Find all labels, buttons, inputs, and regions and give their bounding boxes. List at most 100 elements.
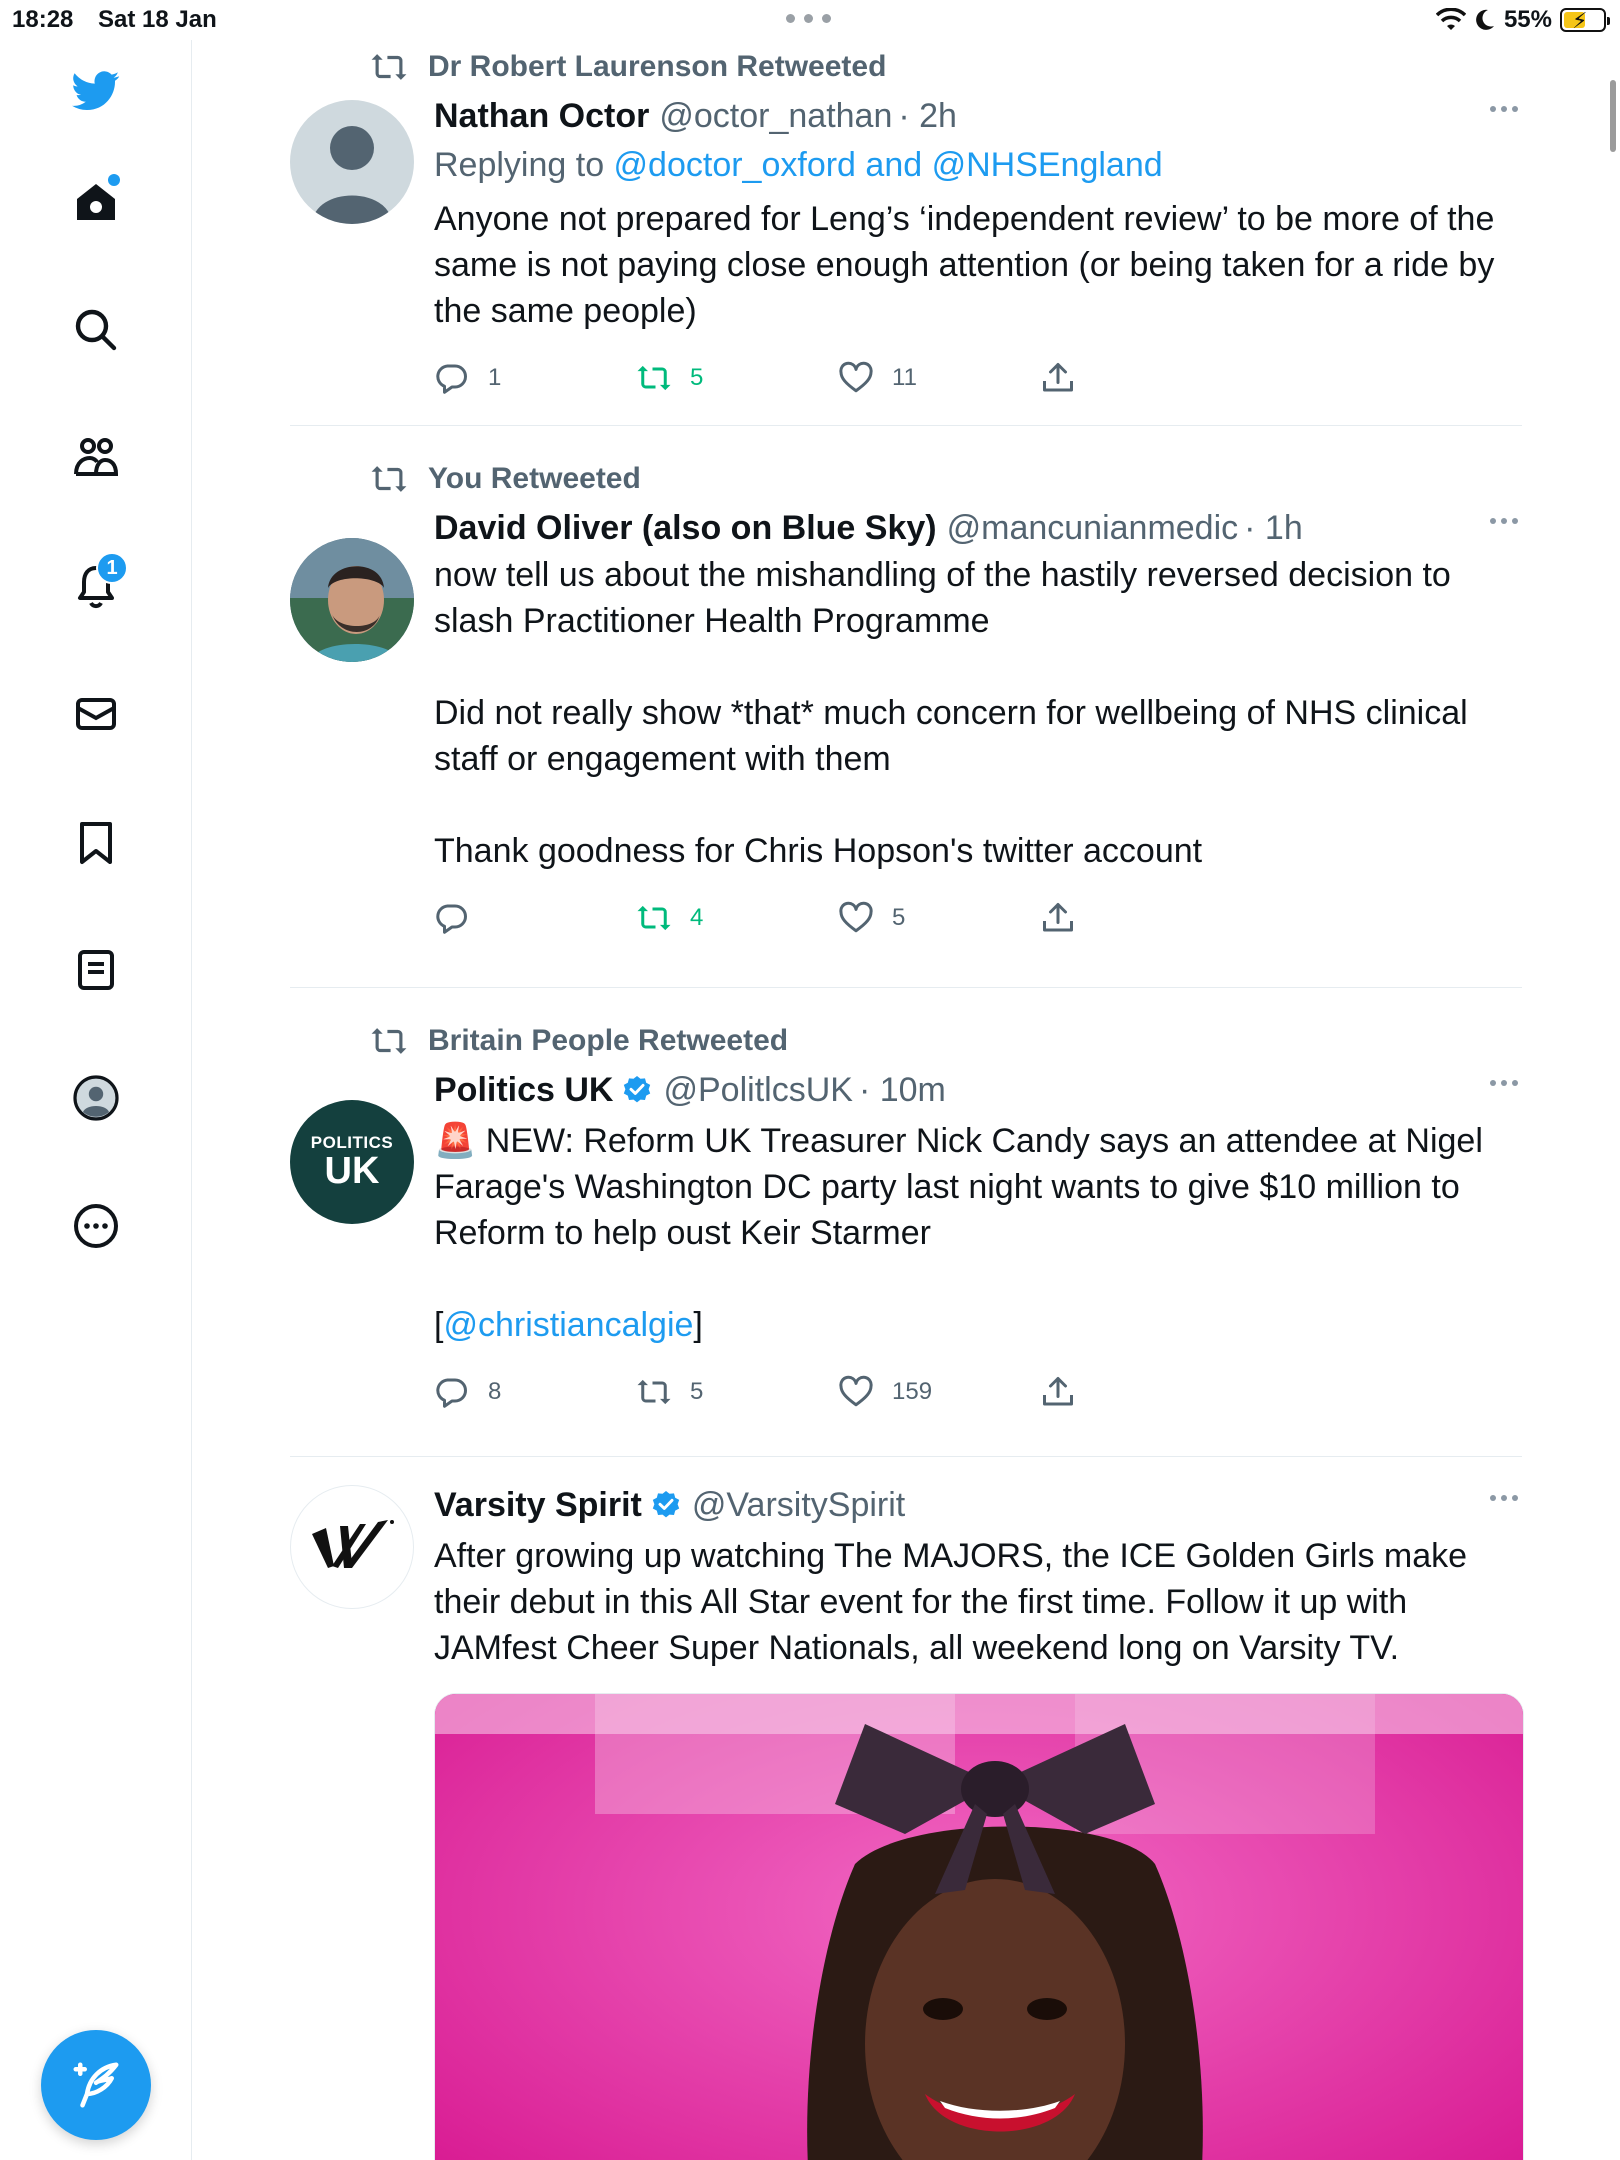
retweeted-by-text[interactable]: You Retweeted [428,462,641,496]
messages-icon[interactable] [68,686,124,742]
author-handle[interactable]: @VarsitySpirit [692,1481,905,1529]
tweet-paragraph: now tell us about the mishandling of the… [434,556,1451,640]
author-name[interactable]: Nathan Octor [434,92,649,140]
scrollbar[interactable] [1610,80,1616,152]
replying-to-link[interactable]: @doctor_oxford and @NHSEngland [614,146,1163,184]
retweeted-by-line: Dr Robert Laurenson Retweeted [290,42,1522,92]
battery-percent: 55% [1503,6,1552,33]
tweet[interactable]: Dr Robert Laurenson Retweeted Nathan Oct… [290,42,1522,426]
author-photo [290,538,414,662]
replying-to: Replying to @doctor_oxford and @NHSEngla… [434,140,1522,190]
tweet-paragraph [434,1256,1522,1302]
status-bar: 18:28 Sat 18 Jan 55% ⚡ [0,0,1620,40]
tweet-paragraph: Anyone not prepared for Leng’s ‘independ… [434,200,1495,330]
tweet-text: now tell us about the mishandling of the… [434,552,1522,874]
tweet[interactable]: You Retweeted David Oliver (also on Blue… [290,454,1522,988]
status-time: 18:28 [12,6,74,33]
author-handle[interactable]: @mancunianmedic [947,504,1239,552]
retweet-icon [637,1379,671,1405]
tweet-paragraph: Thank goodness for Chris Hopson's twitte… [434,832,1203,870]
retweeted-by-text[interactable]: Britain People Retweeted [428,1024,788,1058]
timeline-feed: Dr Robert Laurenson Retweeted Nathan Oct… [290,40,1524,2160]
retweet-icon [371,54,407,80]
notifications-badge: 1 [96,552,128,584]
home-new-dot [108,174,120,186]
avatar[interactable] [290,538,414,662]
retweet-icon [371,1028,407,1054]
author-handle[interactable]: @PolitlcsUK [663,1066,852,1114]
tweet-time[interactable]: · 2h [898,92,957,140]
retweeted-by-text[interactable]: Dr Robert Laurenson Retweeted [428,50,886,84]
retweet-count: 5 [690,1378,704,1405]
more-options-icon[interactable] [1490,106,1522,116]
author-name[interactable]: David Oliver (also on Blue Sky) [434,504,937,552]
varsity-logo-icon [312,1520,394,1568]
tweet-text: Anyone not prepared for Leng’s ‘independ… [434,196,1522,334]
retweet-icon [371,466,407,492]
author-handle[interactable]: @octor_nathan [659,92,892,140]
author-name[interactable]: Varsity Spirit [434,1481,642,1529]
share-button[interactable] [1040,1374,1242,1410]
share-icon [1043,363,1073,392]
home-icon[interactable] [68,174,124,230]
more-options-icon[interactable] [1490,1495,1522,1505]
compose-tweet-button[interactable] [41,2030,151,2140]
more-options-icon[interactable] [1490,1080,1522,1090]
lists-icon[interactable] [68,942,124,998]
profile-icon[interactable] [68,1070,124,1126]
tweet-actions: 4 5 [434,892,1522,944]
author-name[interactable]: Politics UK [434,1066,613,1114]
reply-button[interactable]: 1 [434,360,636,396]
bookmarks-icon[interactable] [68,814,124,870]
verified-badge-icon [652,1491,680,1518]
like-count: 5 [892,904,906,931]
tweet-text: 🚨 NEW: Reform UK Treasurer Nick Candy sa… [434,1118,1522,1348]
reply-icon [436,364,467,394]
retweeted-by-line: You Retweeted [290,454,1522,504]
communities-icon[interactable] [68,430,124,486]
tweet-actions: 1 5 11 [434,352,1522,404]
tweet-paragraph: 🚨 NEW: Reform UK Treasurer Nick Candy sa… [434,1122,1483,1252]
reply-count: 8 [488,1378,502,1405]
search-icon[interactable] [68,302,124,358]
battery-icon: ⚡ [1560,8,1610,33]
reply-button[interactable]: 8 [434,1374,636,1410]
default-avatar-icon [312,126,392,224]
tweet[interactable]: Britain People Retweeted POLITICS UK Pol… [290,1016,1522,1457]
like-button[interactable]: 11 [838,360,1040,396]
avatar[interactable] [290,100,414,224]
mention-link[interactable]: @christiancalgie [443,1306,693,1344]
retweet-button[interactable]: 5 [636,1374,838,1410]
reply-button[interactable] [434,900,636,936]
more-options-icon[interactable] [1490,518,1522,528]
multitasking-dots-icon[interactable] [786,14,834,24]
like-button[interactable]: 5 [838,900,1040,936]
share-button[interactable] [1040,360,1242,396]
share-button[interactable] [1040,900,1242,936]
retweet-icon [637,905,671,931]
tweet-header: Nathan Octor @octor_nathan · 2h [434,92,1522,140]
status-date: Sat 18 Jan [98,6,217,33]
retweeted-by-line: Britain People Retweeted [290,1016,1522,1066]
notifications-icon[interactable]: 1 [68,552,128,614]
retweet-count: 5 [690,364,704,391]
twitter-logo-icon[interactable] [68,62,124,118]
avatar[interactable] [290,1485,414,1609]
tweet-header: Politics UK @PolitlcsUK · 10m [434,1066,1522,1114]
more-icon[interactable] [68,1198,124,1254]
like-button[interactable]: 159 [838,1374,1040,1410]
tweet-media-image[interactable] [434,1693,1524,2160]
tweet-time[interactable]: · 10m [859,1066,946,1114]
replying-prefix: Replying to [434,146,614,184]
share-icon [1043,903,1073,932]
retweet-button[interactable]: 5 [636,360,838,396]
like-count: 159 [892,1378,933,1405]
avatar[interactable]: POLITICS UK [290,1100,414,1224]
tweet-time[interactable]: · 1h [1244,504,1303,552]
tweet[interactable]: Varsity Spirit @VarsitySpirit After grow… [290,1457,1524,2160]
tweet-paragraph: [@christiancalgie] [434,1302,1522,1348]
heart-icon [839,361,873,393]
heart-icon [839,901,873,933]
tweet-actions: 8 5 159 [434,1366,1522,1418]
retweet-button[interactable]: 4 [636,900,838,936]
